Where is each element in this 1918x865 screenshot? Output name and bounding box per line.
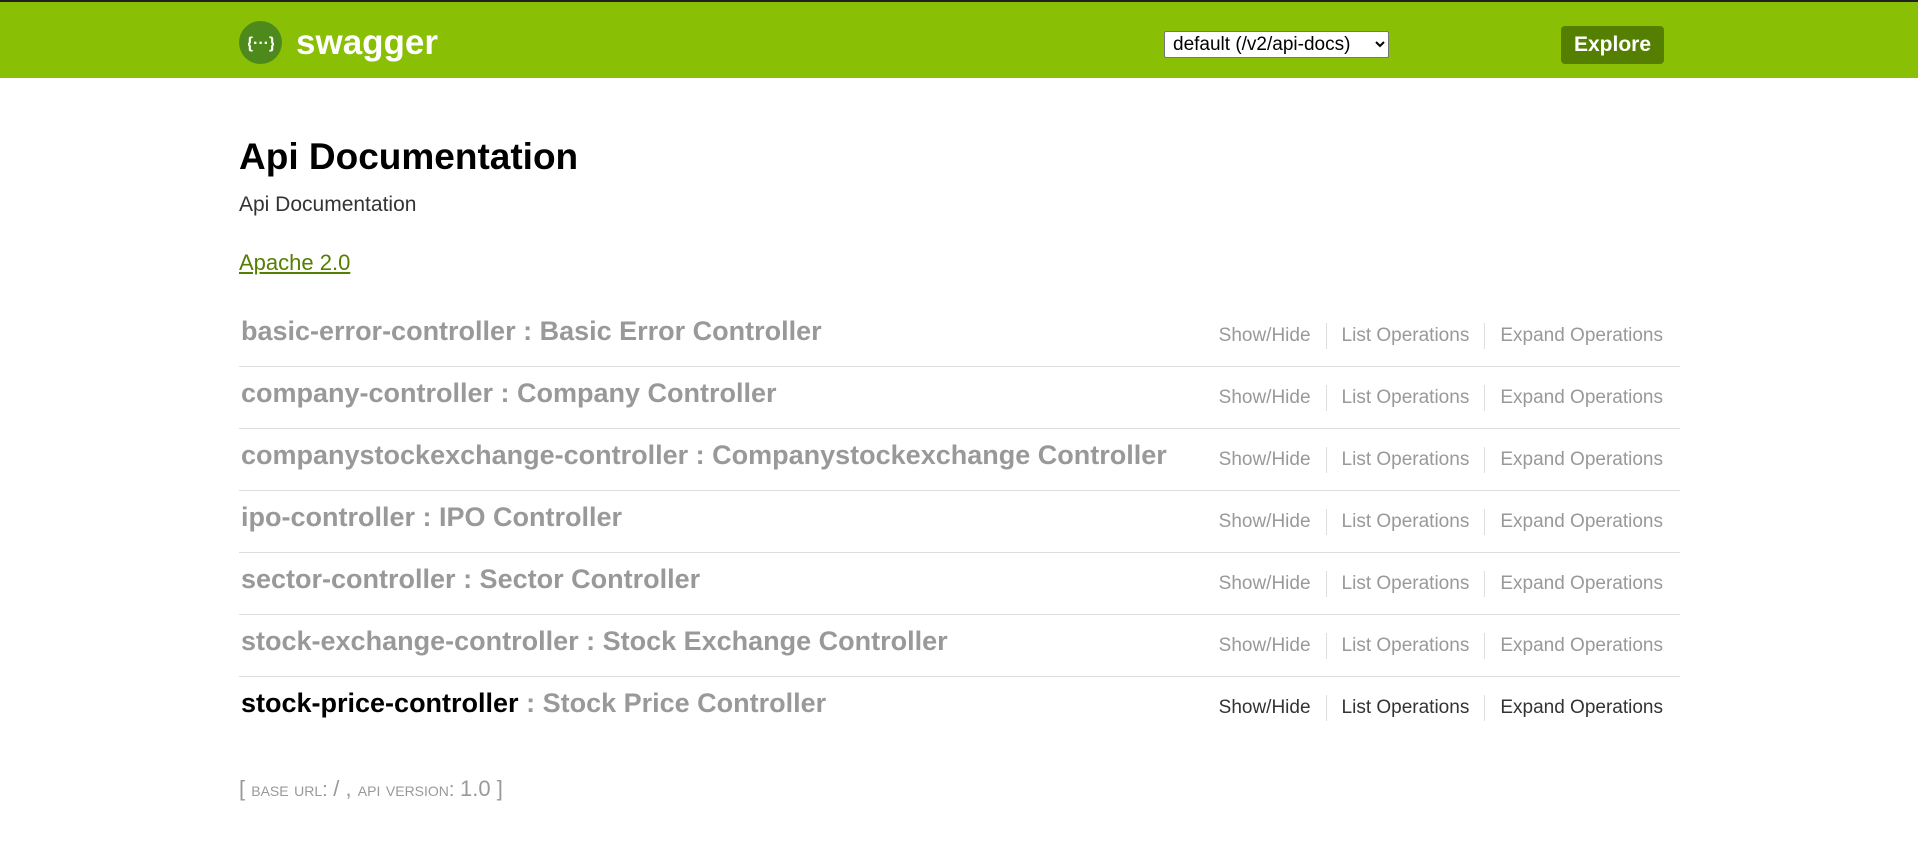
show-hide-link[interactable]: Show/Hide [1204,385,1326,411]
resource-name: companystockexchange-controller [241,440,689,470]
list-operations-link[interactable]: List Operations [1327,509,1485,535]
resource-description: : Company Controller [493,378,777,408]
resource-item-hovered: stock-price-controller : Stock Price Con… [239,677,1680,739]
resource-heading-link[interactable]: basic-error-controller : Basic Error Con… [241,316,822,347]
resource-item: basic-error-controller : Basic Error Con… [239,305,1680,367]
base-url-value: / [333,776,340,801]
header-bar: {···} swagger default (/v2/api-docs) Exp… [0,0,1918,78]
show-hide-link[interactable]: Show/Hide [1204,509,1326,535]
resource-heading-link[interactable]: sector-controller : Sector Controller [241,564,700,595]
expand-operations-link[interactable]: Expand Operations [1485,695,1663,721]
resource-name: company-controller [241,378,494,408]
expand-operations-link[interactable]: Expand Operations [1485,509,1663,535]
expand-operations-link[interactable]: Expand Operations [1485,633,1663,659]
resource-item: company-controller : Company Controller … [239,367,1680,429]
resource-description: : Stock Price Controller [518,688,827,718]
resource-description: : Stock Exchange Controller [578,626,948,656]
resource-list: basic-error-controller : Basic Error Con… [239,305,1680,739]
list-operations-link[interactable]: List Operations [1327,695,1485,721]
page-title: Api Documentation [239,136,579,177]
resource-description: : Companystockexchange Controller [688,440,1167,470]
expand-operations-link[interactable]: Expand Operations [1485,571,1663,597]
resource-item: stock-exchange-controller : Stock Exchan… [239,615,1680,677]
resource-name: stock-price-controller [241,688,519,718]
list-operations-link[interactable]: List Operations [1327,633,1485,659]
resource-operations: Show/Hide List Operations Expand Operati… [1204,447,1663,473]
label-colon: : [322,779,334,801]
swagger-braces-icon: {···} [239,21,282,64]
explore-button[interactable]: Explore [1561,26,1664,64]
header-inner: {···} swagger default (/v2/api-docs) Exp… [239,2,1664,80]
resource-operations: Show/Hide List Operations Expand Operati… [1204,509,1663,535]
swagger-logo-link[interactable]: {···} swagger [239,21,438,64]
resource-description: : Sector Controller [455,564,701,594]
resource-operations: Show/Hide List Operations Expand Operati… [1204,385,1663,411]
resource-item: sector-controller : Sector Controller Sh… [239,553,1680,615]
show-hide-link[interactable]: Show/Hide [1204,571,1326,597]
resource-operations: Show/Hide List Operations Expand Operati… [1204,571,1663,597]
list-operations-link[interactable]: List Operations [1327,385,1485,411]
logo-text: swagger [296,22,438,62]
label-colon: : [448,779,461,801]
close-bracket: ] [496,776,503,801]
show-hide-link[interactable]: Show/Hide [1204,695,1326,721]
expand-operations-link[interactable]: Expand Operations [1485,447,1663,473]
expand-operations-link[interactable]: Expand Operations [1485,323,1663,349]
list-operations-link[interactable]: List Operations [1327,571,1485,597]
base-url-label: base url [251,779,323,801]
resource-description: : Basic Error Controller [515,316,822,346]
resource-item: ipo-controller : IPO Controller Show/Hid… [239,491,1680,553]
api-version-value: 1.0 [460,776,491,801]
resource-name: stock-exchange-controller [241,626,579,656]
resource-heading-link[interactable]: stock-price-controller : Stock Price Con… [241,688,826,719]
resource-heading-link[interactable]: companystockexchange-controller : Compan… [241,440,1167,471]
resource-description: : IPO Controller [415,502,623,532]
resource-name: basic-error-controller [241,316,516,346]
resource-item: companystockexchange-controller : Compan… [239,429,1680,491]
list-operations-link[interactable]: List Operations [1327,323,1485,349]
resource-operations: Show/Hide List Operations Expand Operati… [1204,695,1663,721]
resource-operations: Show/Hide List Operations Expand Operati… [1204,633,1663,659]
list-operations-link[interactable]: List Operations [1327,447,1485,473]
show-hide-link[interactable]: Show/Hide [1204,323,1326,349]
show-hide-link[interactable]: Show/Hide [1204,447,1326,473]
api-version-label: api version [357,779,449,801]
show-hide-link[interactable]: Show/Hide [1204,633,1326,659]
spec-select[interactable]: default (/v2/api-docs) [1164,31,1389,58]
resource-name: ipo-controller [241,502,415,532]
resource-operations: Show/Hide List Operations Expand Operati… [1204,323,1663,349]
main-content: Api Documentation Api Documentation Apac… [239,78,1680,804]
resource-heading-link[interactable]: stock-exchange-controller : Stock Exchan… [241,626,948,657]
open-bracket: [ [239,776,246,801]
expand-operations-link[interactable]: Expand Operations [1485,385,1663,411]
svg-text:{···}: {···} [248,35,274,52]
resource-heading-link[interactable]: company-controller : Company Controller [241,378,777,409]
base-url-info: [ base url: / , api version: 1.0 ] [239,776,503,801]
resource-name: sector-controller [241,564,456,594]
api-description: Api Documentation [239,193,417,216]
resource-heading-link[interactable]: ipo-controller : IPO Controller [241,502,622,533]
license-link[interactable]: Apache 2.0 [239,250,350,276]
